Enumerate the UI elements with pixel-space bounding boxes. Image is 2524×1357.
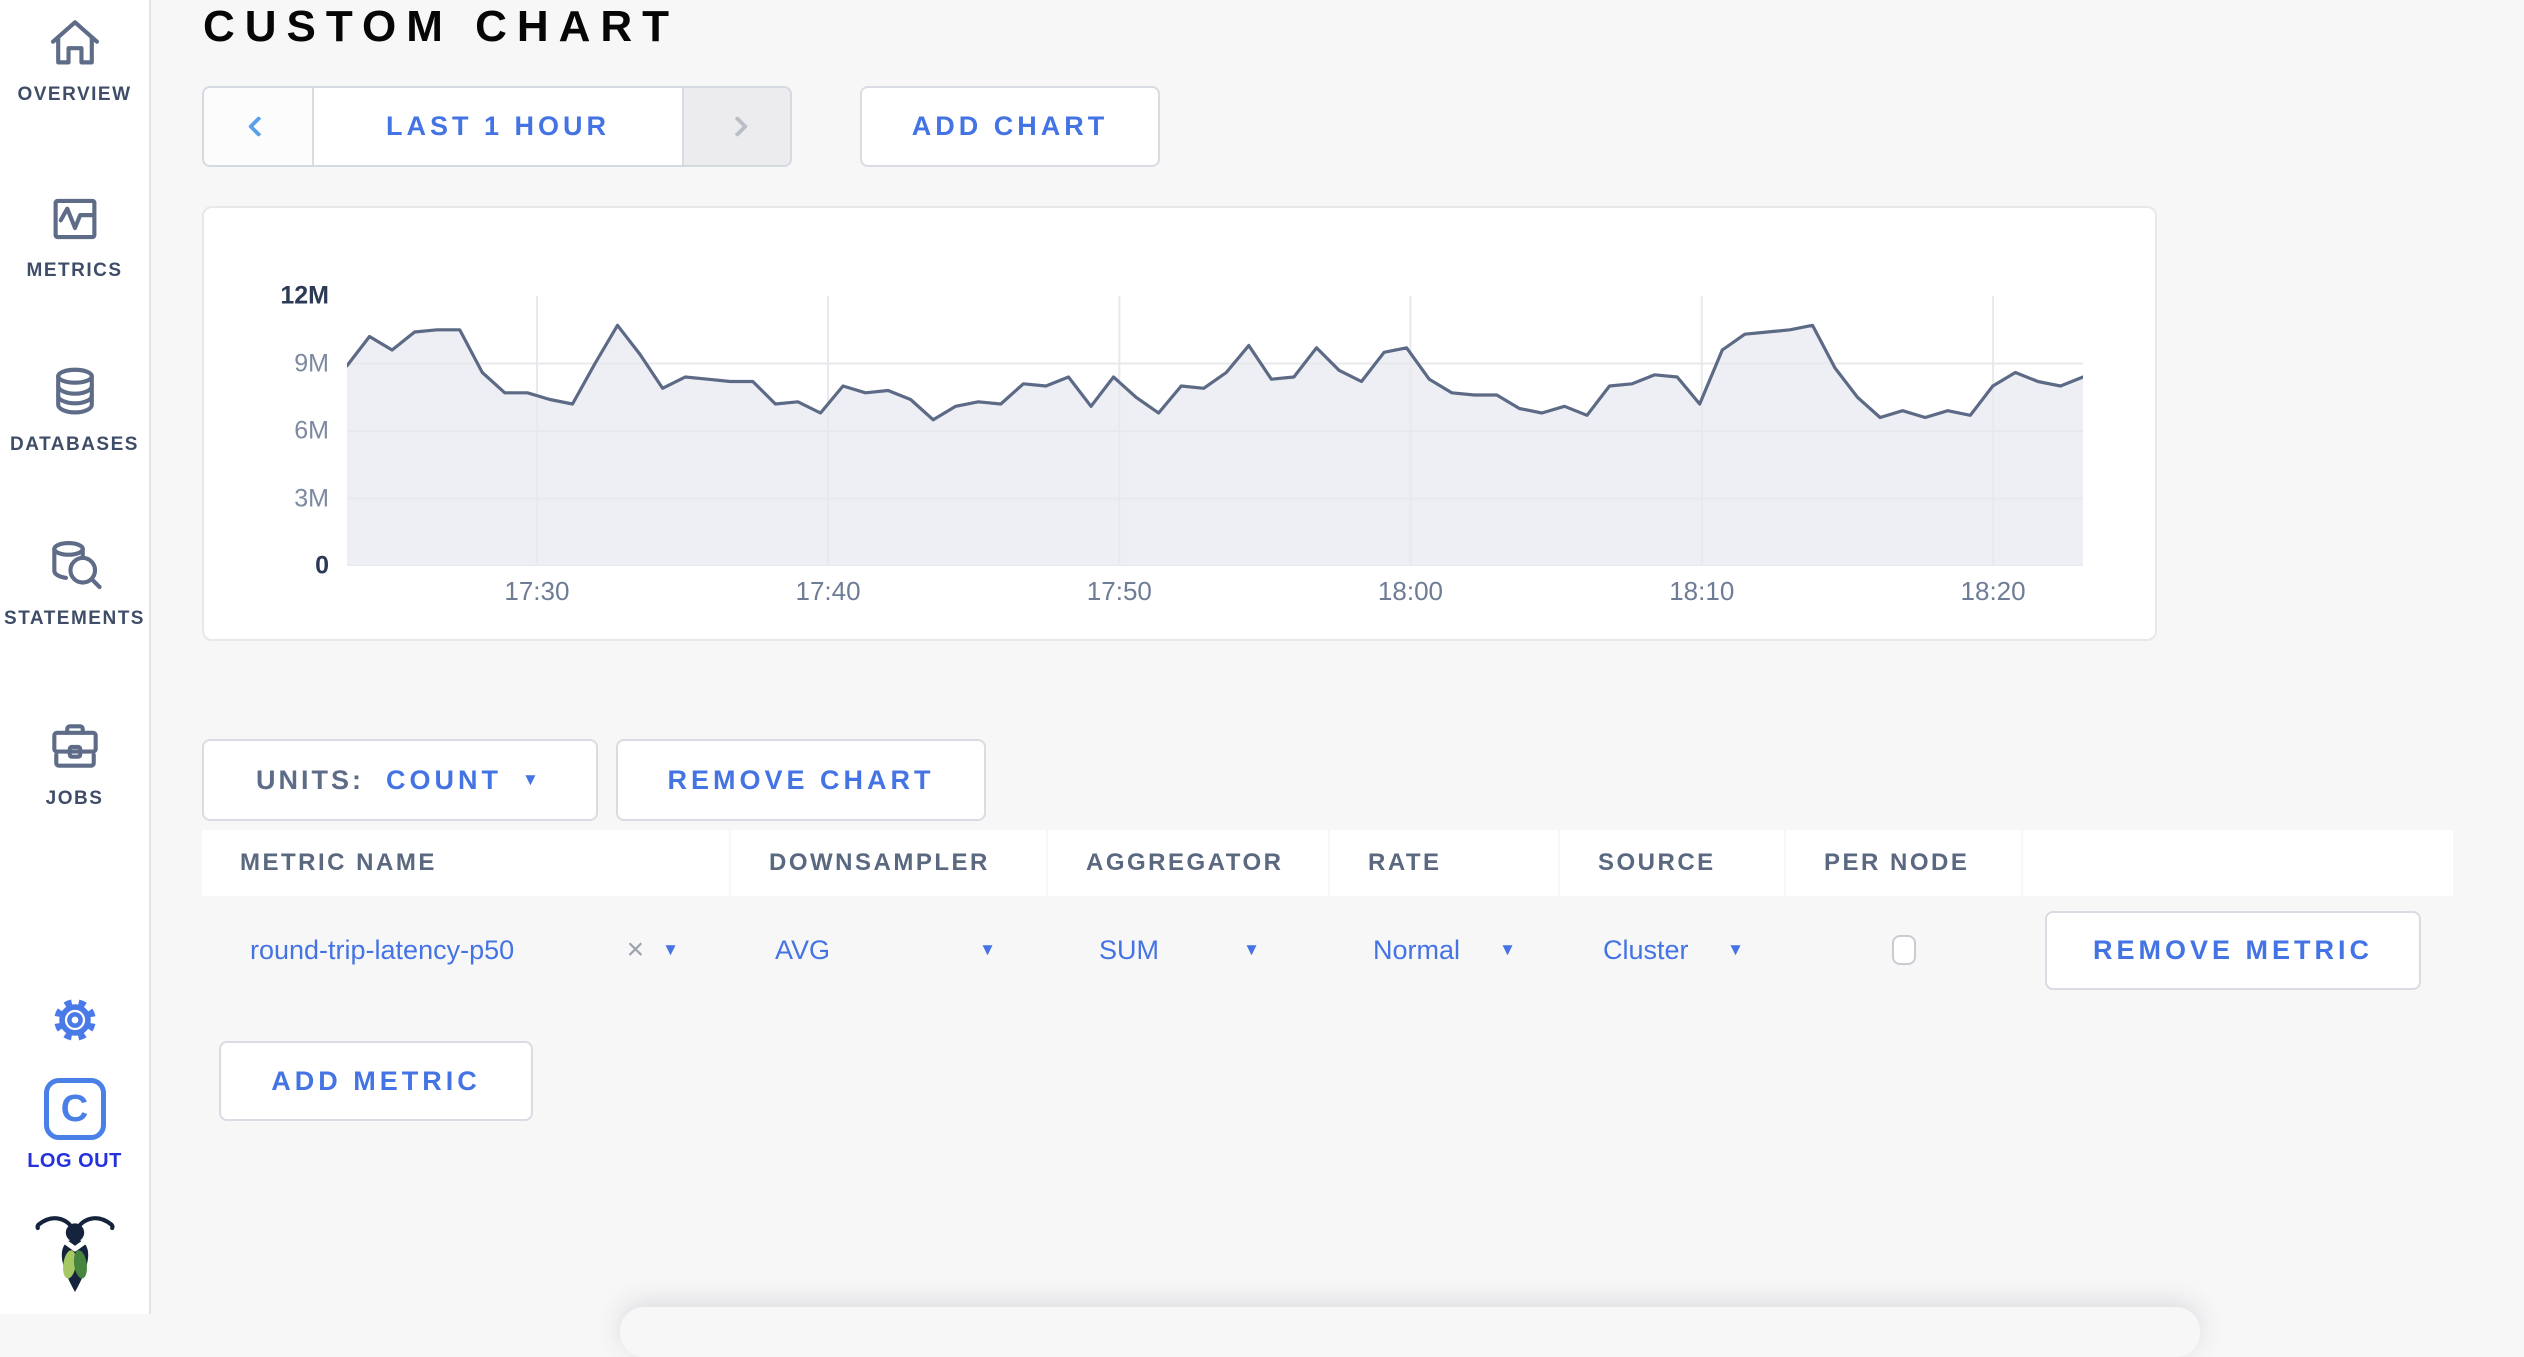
custom-chart-card: 12M 9M 6M 3M 0 17:30 17:40 17:50 18:00 18:10 18:2… [202, 206, 2157, 641]
per-node-cell [1786, 896, 2021, 1004]
chevron-left-icon [247, 115, 269, 138]
sidebar-item-label: METRICS [26, 260, 123, 281]
sidebar-item-label: DATABASES [10, 434, 139, 455]
downsampler-select[interactable]: AVG ▼ [731, 896, 1046, 1004]
y-tick-label: 6M [294, 416, 329, 445]
sidebar: OVERVIEW METRICS DATABASES STATEMENTS JO… [0, 0, 151, 1314]
x-tick-label: 18:10 [1669, 576, 1735, 606]
sidebar-item-databases[interactable]: DATABASES [0, 362, 149, 456]
chevron-down-icon: ▼ [522, 770, 543, 789]
sidebar-item-settings[interactable] [0, 993, 149, 1047]
per-node-checkbox[interactable] [1891, 935, 1916, 965]
rate-select[interactable]: Normal ▼ [1330, 896, 1558, 1004]
add-chart-button[interactable]: ADD CHART [860, 86, 1160, 167]
chevron-down-icon: ▼ [1243, 940, 1260, 959]
column-header-aggregator: AGGREGATOR [1048, 830, 1328, 896]
y-tick-label: 0 [315, 551, 329, 580]
column-header-rate: RATE [1330, 830, 1558, 896]
sidebar-item-label: OVERVIEW [17, 84, 132, 105]
time-range-dropdown[interactable]: LAST 1 HOUR [314, 88, 682, 165]
units-label: UNITS: [256, 764, 364, 795]
source-select[interactable]: Cluster ▼ [1560, 896, 1784, 1004]
chevron-down-icon: ▼ [1727, 940, 1744, 959]
y-tick-label: 3M [294, 484, 329, 512]
cockroach-bug-icon [34, 1216, 115, 1292]
home-icon [50, 20, 99, 65]
source-value: Cluster [1603, 934, 1689, 965]
x-tick-label: 17:50 [1086, 576, 1152, 606]
units-dropdown[interactable]: UNITS: COUNT ▼ [202, 739, 598, 821]
metric-actions-cell: REMOVE METRIC [2023, 896, 2453, 1004]
sidebar-item-label: JOBS [45, 788, 104, 809]
x-tick-label: 17:30 [504, 576, 570, 606]
chevron-right-icon [726, 115, 748, 138]
x-tick-label: 18:00 [1377, 576, 1444, 606]
remove-chart-button[interactable]: REMOVE CHART [616, 739, 986, 821]
metrics-table-header: METRIC NAME DOWNSAMPLER AGGREGATOR RATE … [202, 830, 2453, 896]
chart-x-axis: 17:30 17:40 17:50 18:00 18:10 18:20 [347, 576, 2083, 620]
sidebar-item-jobs[interactable]: JOBS [0, 716, 149, 810]
time-range-next-button[interactable] [682, 88, 790, 165]
rate-value: Normal [1373, 934, 1461, 965]
clear-metric-icon[interactable]: × [627, 933, 645, 967]
chevron-down-icon: ▼ [979, 940, 996, 959]
database-icon [55, 367, 94, 415]
aggregator-select[interactable]: SUM ▼ [1048, 896, 1328, 1004]
column-header-downsampler: DOWNSAMPLER [731, 830, 1046, 896]
units-value: COUNT [386, 764, 502, 795]
metric-row: round-trip-latency-p50 × ▼ AVG ▼ SUM ▼ N… [202, 896, 2453, 1004]
bottom-panel-shadow [620, 1307, 2200, 1357]
logo-letter: C [60, 1087, 89, 1130]
metric-name-value: round-trip-latency-p50 [250, 934, 515, 965]
sidebar-item-label: STATEMENTS [4, 608, 145, 629]
statements-icon [51, 541, 102, 590]
remove-metric-button[interactable]: REMOVE METRIC [2045, 910, 2421, 990]
column-header-per-node: PER NODE [1786, 830, 2021, 896]
sidebar-item-overview[interactable]: OVERVIEW [0, 12, 149, 106]
column-header-metric-name: METRIC NAME [202, 830, 729, 896]
metric-name-select[interactable]: round-trip-latency-p50 × ▼ [202, 896, 729, 1004]
logout-label: LOG OUT [27, 1150, 122, 1172]
column-header-source: SOURCE [1560, 830, 1784, 896]
x-tick-label: 18:20 [1960, 576, 2026, 606]
column-header-actions [2023, 830, 2453, 896]
add-metric-button[interactable]: ADD METRIC [219, 1041, 533, 1121]
downsampler-value: AVG [775, 934, 831, 965]
page-title: CUSTOM CHART [203, 2, 680, 51]
y-tick-label: 9M [294, 349, 329, 377]
sidebar-item-logout[interactable]: C LOG OUT [0, 1078, 149, 1173]
chart-plot [347, 296, 2083, 566]
chart-y-axis: 12M 9M 6M 3M 0 [210, 282, 329, 580]
chevron-down-icon: ▼ [662, 940, 679, 959]
jobs-icon [51, 724, 98, 768]
metrics-icon [53, 198, 96, 240]
y-tick-label: 12M [280, 281, 329, 310]
cockroach-c-logo: C [43, 1078, 106, 1140]
cockroach-bug-logo [0, 1205, 149, 1297]
aggregator-value: SUM [1099, 934, 1159, 965]
gear-icon [53, 999, 96, 1041]
sidebar-item-statements[interactable]: STATEMENTS [0, 536, 149, 630]
time-range-prev-button[interactable] [204, 88, 314, 165]
chevron-down-icon: ▼ [1499, 940, 1516, 959]
time-range-selector: LAST 1 HOUR [202, 86, 792, 167]
sidebar-item-metrics[interactable]: METRICS [0, 188, 149, 282]
x-tick-label: 17:40 [795, 576, 861, 606]
